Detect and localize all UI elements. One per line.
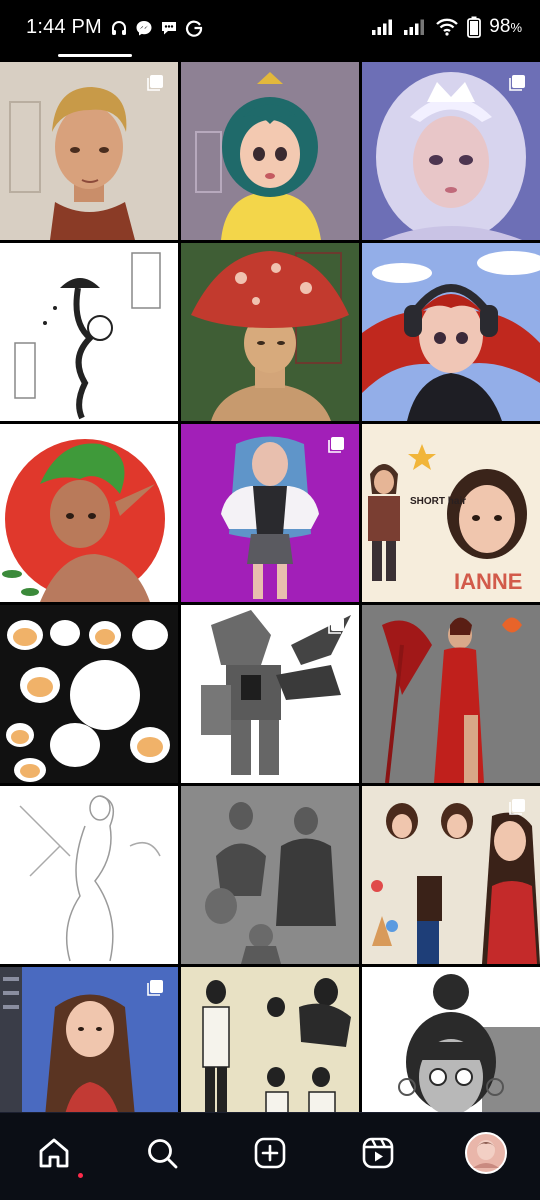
- bottom-navigation: [0, 1112, 540, 1200]
- mushroom-person-art: [181, 243, 359, 421]
- multiple-photos-icon: [328, 437, 344, 453]
- mushroom-tattoo-art: [0, 243, 178, 421]
- post-thumbnail[interactable]: [362, 967, 540, 1112]
- post-thumbnail[interactable]: [0, 62, 178, 240]
- short-hair-text: SHORT hair: [410, 496, 466, 507]
- post-thumbnail[interactable]: [0, 786, 178, 964]
- battery-percent: 98: [489, 16, 511, 37]
- wifi-icon: [436, 18, 459, 36]
- line-figures-art: [181, 967, 359, 1112]
- name-banner-text: IANNE: [454, 569, 522, 594]
- nav-reels[interactable]: [350, 1125, 406, 1181]
- search-icon: [148, 1139, 178, 1169]
- multiple-photos-icon: [147, 980, 163, 996]
- chat-bubble-icon: [161, 21, 176, 34]
- post-thumbnail[interactable]: [181, 786, 359, 964]
- post-thumbnail[interactable]: SHORT hair IANNE: [362, 424, 540, 602]
- reels-icon: [362, 1137, 394, 1169]
- nav-home[interactable]: [26, 1125, 83, 1181]
- nav-create[interactable]: [242, 1125, 298, 1181]
- post-thumbnail[interactable]: [362, 62, 540, 240]
- bw-bun-girl-art: [362, 967, 540, 1112]
- hamster-stickers-art: [0, 605, 178, 783]
- post-thumbnail[interactable]: [181, 243, 359, 421]
- create-icon: [254, 1137, 286, 1169]
- post-thumbnail[interactable]: [181, 605, 359, 783]
- multiple-photos-icon: [328, 618, 344, 634]
- status-left: 1:44 PM: [26, 16, 203, 39]
- nav-search[interactable]: [134, 1125, 190, 1181]
- home-icon: [39, 1138, 69, 1168]
- battery-unit: %: [510, 20, 522, 35]
- post-thumbnail[interactable]: [362, 243, 540, 421]
- post-thumbnail[interactable]: [362, 605, 540, 783]
- post-thumbnail[interactable]: [181, 424, 359, 602]
- grey-figure-studies-art: [181, 786, 359, 964]
- post-thumbnail[interactable]: [0, 243, 178, 421]
- battery-icon: [467, 16, 482, 38]
- post-thumbnail[interactable]: [181, 967, 359, 1112]
- status-right: 98%: [371, 16, 522, 38]
- green-hair-elf-art: [0, 424, 178, 602]
- profile-avatar: [465, 1132, 507, 1174]
- multiple-photos-icon: [509, 75, 525, 91]
- post-thumbnail[interactable]: [181, 62, 359, 240]
- red-dress-scythe-art: [362, 605, 540, 783]
- short-hair-sheet-art: SHORT hair IANNE: [362, 424, 540, 602]
- post-thumbnail[interactable]: [0, 967, 178, 1112]
- nav-profile[interactable]: [458, 1125, 514, 1181]
- grid-tab-indicator: [58, 54, 132, 57]
- post-grid: SHORT hair IANNE: [0, 62, 540, 1112]
- multiple-photos-icon: [147, 75, 163, 91]
- status-bar: 1:44 PM 98%: [0, 0, 540, 58]
- post-thumbnail[interactable]: [362, 786, 540, 964]
- messenger-icon: [136, 20, 152, 35]
- teal-hair-girl-art: [181, 62, 359, 240]
- multiple-photos-icon: [509, 256, 525, 272]
- pencil-sketch-art: [0, 786, 178, 964]
- battery-level: 98%: [489, 16, 522, 38]
- headphones-icon: [111, 20, 126, 35]
- multiple-photos-icon: [509, 799, 525, 815]
- status-time: 1:44 PM: [26, 16, 102, 38]
- g-icon: [185, 20, 202, 37]
- notification-dot: [78, 1173, 83, 1178]
- signal-icon: [372, 19, 393, 35]
- post-thumbnail[interactable]: [0, 605, 178, 783]
- post-thumbnail[interactable]: [0, 424, 178, 602]
- notification-icons: [110, 19, 203, 37]
- signal-icon: [404, 19, 425, 35]
